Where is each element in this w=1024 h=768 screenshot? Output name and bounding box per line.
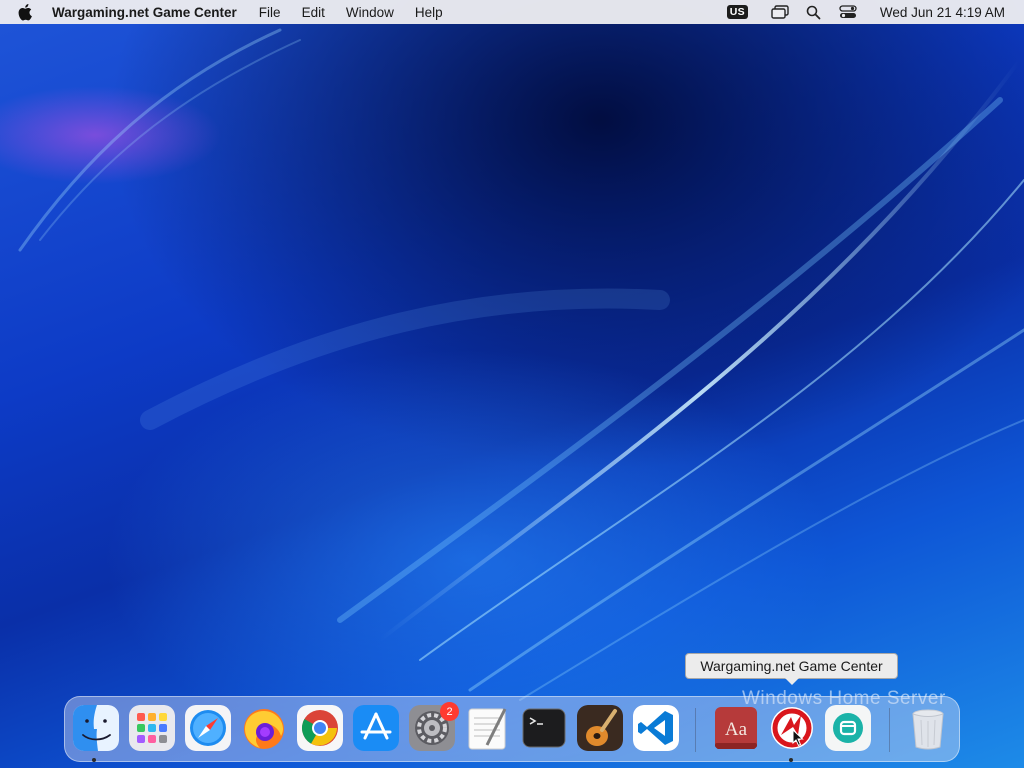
menu-bar: Wargaming.net Game Center File Edit Wind… [0,0,1024,24]
dock-vscode[interactable] [633,705,679,751]
dock-firefox[interactable] [241,705,287,751]
finder-icon [73,705,119,751]
dock-chrome[interactable] [297,705,343,751]
menu-bar-clock[interactable]: Wed Jun 21 4:19 AM [880,5,1005,20]
safari-icon [185,705,231,751]
screen-mirroring-icon[interactable] [770,4,790,20]
mouse-pointer-icon [792,728,804,752]
dock-separator [889,708,890,752]
launchpad-icon [129,705,175,751]
input-source-badge[interactable]: US [726,5,748,19]
dock-terminal[interactable] [521,705,567,751]
menu-window[interactable]: Window [346,5,394,20]
apple-icon[interactable] [18,3,36,21]
teal-app-icon [825,705,871,751]
active-app-name[interactable]: Wargaming.net Game Center [52,5,237,20]
dock-textedit[interactable] [465,705,511,751]
dock-teal-app[interactable] [825,705,871,751]
dictionary-icon: Aa [715,707,757,749]
app-store-icon [353,705,399,751]
dock-launchpad[interactable] [129,705,175,751]
notification-badge: 2 [440,702,459,721]
dock-app-store[interactable] [353,705,399,751]
dock-safari[interactable] [185,705,231,751]
control-center-icon[interactable] [838,4,858,20]
textedit-icon [468,708,507,750]
chrome-icon [297,705,343,751]
menu-help[interactable]: Help [415,5,443,20]
trash-icon [912,709,944,750]
dock-finder[interactable] [73,705,119,751]
dock-tooltip: Wargaming.net Game Center [685,653,898,685]
running-indicator-finder [92,758,96,762]
spotlight-search-icon[interactable] [804,4,824,20]
garageband-icon [577,705,623,751]
vscode-icon [633,705,679,751]
svg-text:Aa: Aa [725,719,748,740]
terminal-icon [522,708,566,748]
running-indicator-wargaming [789,758,793,762]
dock: Aa [64,696,960,762]
menu-file[interactable]: File [259,5,281,20]
menu-edit[interactable]: Edit [302,5,325,20]
dock-garageband[interactable] [577,705,623,751]
dock-dictionary[interactable]: Aa [713,705,759,751]
firefox-icon [244,709,284,749]
dock-separator [695,708,696,752]
dock-trash[interactable] [905,705,951,751]
